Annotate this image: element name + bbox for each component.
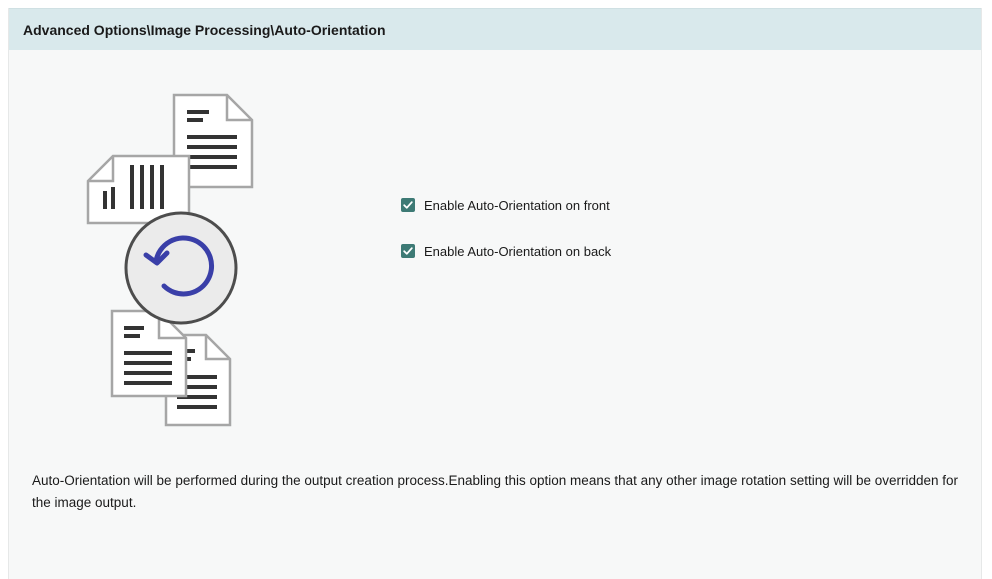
auto-orientation-panel: Advanced Options\Image Processing\Auto-O… [8,8,982,579]
front-checkbox[interactable] [401,198,415,212]
auto-orientation-illustration [74,83,264,433]
enable-back-option[interactable]: Enable Auto-Orientation on back [401,240,611,262]
back-option-label: Enable Auto-Orientation on back [424,243,612,259]
checkmark-icon [403,247,413,255]
checkmark-icon [403,201,413,209]
rotate-icon [124,211,238,325]
front-option-label: Enable Auto-Orientation on front [424,197,610,213]
option-description: Auto-Orientation will be performed durin… [32,473,959,510]
orientation-options: Enable Auto-Orientation on front Enable … [401,194,611,286]
page-title: Advanced Options\Image Processing\Auto-O… [9,8,981,50]
enable-front-option[interactable]: Enable Auto-Orientation on front [401,194,611,216]
back-checkbox[interactable] [401,244,415,258]
